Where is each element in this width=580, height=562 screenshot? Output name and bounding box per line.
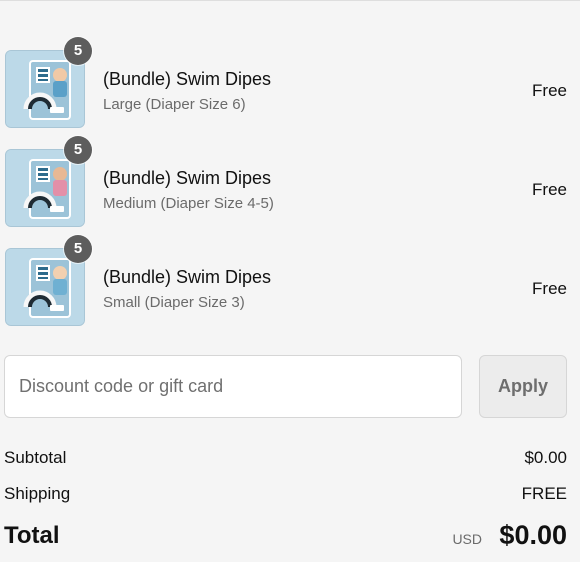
subtotal-label: Subtotal xyxy=(4,448,67,467)
subtotal-row: Subtotal $0.00 xyxy=(4,448,567,472)
item-title: (Bundle) Swim Dipes xyxy=(103,69,272,89)
item-variant: Large (Diaper Size 6) xyxy=(103,96,246,113)
total-value: $0.00 xyxy=(499,520,567,550)
shipping-label: Shipping xyxy=(4,484,71,503)
cart-item: 5 (Bundle) Swim Dipes Small (Diaper Size… xyxy=(0,235,580,326)
item-price: Free xyxy=(532,81,567,100)
quantity-badge: 5 xyxy=(64,235,92,263)
item-price: Free xyxy=(532,180,567,199)
item-price: Free xyxy=(532,279,567,298)
quantity-badge: 5 xyxy=(64,136,92,164)
apply-discount-button[interactable]: Apply xyxy=(479,355,567,418)
item-title: (Bundle) Swim Dipes xyxy=(103,267,272,287)
shipping-row: Shipping FREE xyxy=(4,484,567,508)
item-variant: Small (Diaper Size 3) xyxy=(103,294,245,311)
total-label: Total xyxy=(4,522,60,549)
item-title: (Bundle) Swim Dipes xyxy=(103,168,272,188)
top-divider xyxy=(0,0,580,1)
item-variant: Medium (Diaper Size 4-5) xyxy=(103,195,274,212)
cart-item: 5 (Bundle) Swim Dipes Large (Diaper Size… xyxy=(0,37,580,128)
total-currency: USD xyxy=(452,531,482,547)
discount-code-input[interactable] xyxy=(4,355,462,418)
shipping-value: FREE xyxy=(521,484,567,503)
cart-item: 5 (Bundle) Swim Dipes Medium (Diaper Siz… xyxy=(0,136,580,227)
quantity-badge: 5 xyxy=(64,37,92,65)
subtotal-value: $0.00 xyxy=(524,448,567,467)
